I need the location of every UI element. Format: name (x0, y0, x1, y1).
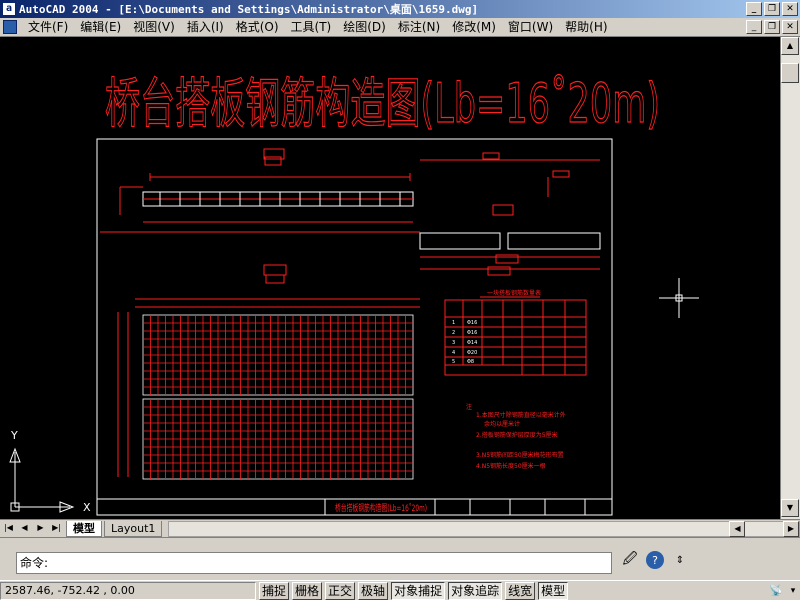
ucs-icon: Y X (9, 429, 91, 514)
note-line: 4.N5钢筋长度50厘米一根 (476, 462, 546, 470)
tab-model[interactable]: 模型 (66, 520, 102, 537)
menu-tools[interactable]: 工具(T) (285, 19, 338, 36)
tab-prev-icon[interactable]: ◀ (17, 522, 32, 536)
ucs-y-label: Y (10, 429, 18, 442)
toggle-otrack[interactable]: 对象追踪 (448, 581, 503, 600)
horizontal-scrollbar[interactable]: ▶ ◀ (168, 520, 800, 537)
row-d: Φ14 (467, 340, 477, 346)
menu-insert[interactable]: 插入(I) (181, 19, 230, 36)
tab-next-icon[interactable]: ▶ (33, 522, 48, 536)
menu-format[interactable]: 格式(O) (230, 19, 285, 36)
note-line: 2.搭板钢筋保护层厚度为5厘米 (476, 431, 558, 439)
menu-modify[interactable]: 修改(M) (446, 19, 502, 36)
vertical-scrollbar[interactable]: ▲ ▼ (780, 37, 800, 519)
expand-icon[interactable]: ⇕ (668, 548, 692, 572)
status-menu-icon[interactable]: ▾ (786, 582, 800, 600)
fly-icon[interactable]: 🖉 (618, 548, 642, 572)
title-bar: a AutoCAD 2004 - [E:\Documents and Setti… (0, 0, 800, 18)
tab-first-icon[interactable]: |◀ (1, 522, 16, 536)
command-window: 命令: 🖉 ? ⇕ (0, 537, 800, 579)
menu-edit[interactable]: 编辑(E) (74, 19, 127, 36)
row-no: 3 (452, 340, 455, 346)
drawing-notes: 注 1.本图尺寸除钢筋直径以毫米计外 余均以厘米计 2.搭板钢筋保护层厚度为5厘… (466, 403, 566, 470)
menu-draw[interactable]: 绘图(D) (337, 19, 392, 36)
status-bar: 2587.46, -752.42 , 0.00 捕捉 栅格 正交 极轴 对象捕捉… (0, 580, 800, 600)
autocad-icon: a (2, 2, 16, 16)
row-d: Φ16 (467, 330, 477, 336)
frame-title: 桥台搭板钢筋构造图(Lb=16˚20m) (335, 502, 427, 514)
row-d: Φ20 (467, 350, 477, 356)
note-line: 余均以厘米计 (484, 420, 520, 428)
help-icon[interactable]: ? (646, 551, 664, 569)
menu-file[interactable]: 文件(F) (22, 19, 74, 36)
plan-mesh (142, 314, 414, 480)
crosshair-cursor (659, 278, 699, 318)
beam-elevation (100, 148, 420, 233)
toggle-grid[interactable]: 栅格 (292, 581, 323, 600)
row-no: 4 (452, 350, 455, 356)
scroll-thumb[interactable] (781, 63, 799, 83)
doc-restore-icon[interactable]: ❐ (764, 20, 780, 34)
menu-help[interactable]: 帮助(H) (559, 19, 613, 36)
note-line: 3.N5钢筋间距50厘米梅花形布置 (476, 451, 564, 459)
scroll-right-icon[interactable]: ▶ (783, 520, 799, 537)
section-views (419, 152, 601, 276)
scroll-left-icon[interactable]: ◀ (729, 520, 746, 537)
row-d: Φ16 (467, 320, 477, 326)
ucs-x-label: X (83, 501, 91, 514)
minimize-icon[interactable]: _ (746, 2, 762, 16)
scroll-down-icon[interactable]: ▼ (781, 499, 799, 517)
toggle-osnap[interactable]: 对象捕捉 (391, 581, 446, 600)
drawing-canvas[interactable]: 桥台搭板钢筋构造图(Lb=16˚20m) 一块搭板钢筋数量表 1 Φ16 2 Φ… (0, 37, 780, 519)
command-prompt: 命令: (20, 556, 49, 570)
tab-last-icon[interactable]: ▶| (49, 522, 64, 536)
window-title: AutoCAD 2004 - [E:\Documents and Setting… (19, 3, 479, 16)
toggle-model[interactable]: 模型 (538, 581, 569, 600)
doc-close-icon[interactable]: ✕ (782, 20, 798, 34)
toggle-snap[interactable]: 捕捉 (259, 581, 290, 600)
comm-center-icon[interactable]: 📡 (766, 582, 786, 600)
row-no: 2 (452, 330, 455, 336)
drawing-big-title: 桥台搭板钢筋构造图(Lb=16˚20m) (105, 72, 660, 135)
command-line[interactable]: 命令: (16, 552, 612, 574)
toggle-ortho[interactable]: 正交 (325, 581, 356, 600)
coordinate-readout: 2587.46, -752.42 , 0.00 (0, 581, 256, 600)
menu-dimension[interactable]: 标注(N) (392, 19, 446, 36)
note-line: 1.本图尺寸除钢筋直径以毫米计外 (476, 411, 566, 419)
layout-tab-bar: |◀ ◀ ▶ ▶| 模型 Layout1 ▶ ◀ (0, 519, 800, 537)
restore-icon[interactable]: ❐ (764, 2, 780, 16)
menu-bar: 文件(F) 编辑(E) 视图(V) 插入(I) 格式(O) 工具(T) 绘图(D… (0, 18, 800, 37)
menu-view[interactable]: 视图(V) (127, 19, 181, 36)
note-line: 注 (466, 403, 472, 411)
title-block: 桥台搭板钢筋构造图(Lb=16˚20m) (97, 498, 612, 515)
close-icon[interactable]: ✕ (782, 2, 798, 16)
row-no: 1 (452, 320, 455, 326)
scroll-up-icon[interactable]: ▲ (781, 37, 799, 55)
row-d: Φ8 (467, 359, 474, 365)
doc-minimize-icon[interactable]: _ (746, 20, 762, 34)
toggle-lineweight[interactable]: 线宽 (505, 581, 536, 600)
document-icon[interactable] (3, 20, 17, 34)
row-no: 5 (452, 359, 455, 365)
toggle-polar[interactable]: 极轴 (358, 581, 389, 600)
rebar-table: 一块搭板钢筋数量表 1 Φ16 2 Φ16 3 Φ14 4 Φ20 5 Φ8 (444, 289, 587, 376)
menu-window[interactable]: 窗口(W) (502, 19, 559, 36)
table-title: 一块搭板钢筋数量表 (487, 289, 541, 297)
tab-layout1[interactable]: Layout1 (104, 520, 163, 537)
